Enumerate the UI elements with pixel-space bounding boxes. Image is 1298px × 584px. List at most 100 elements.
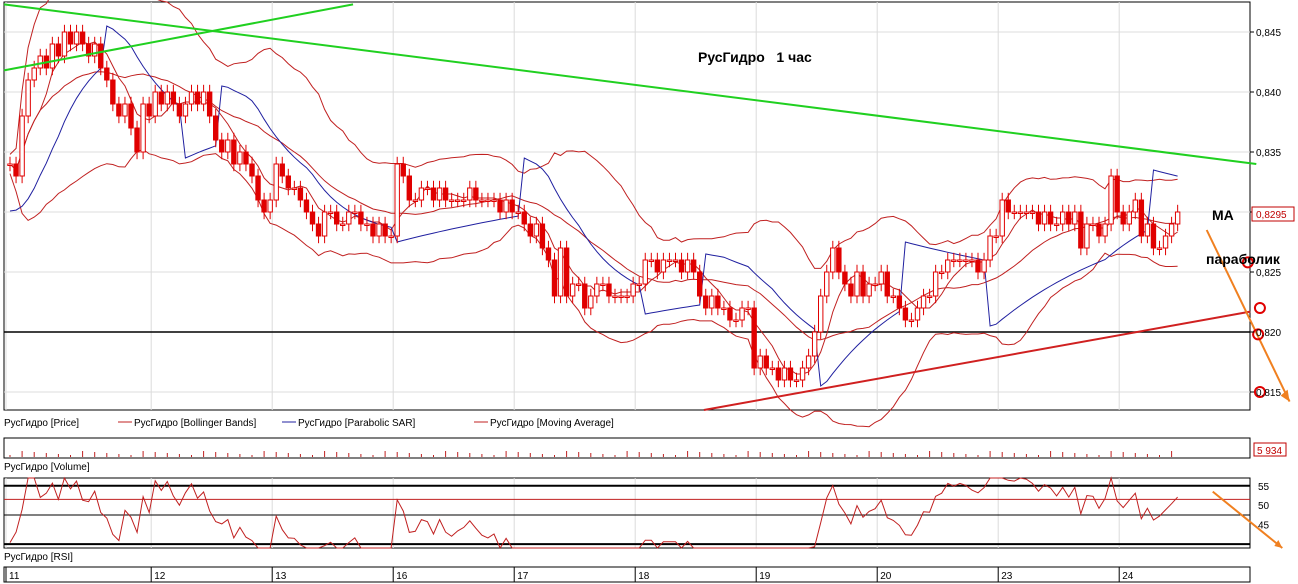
- forecast-circle: [1253, 302, 1266, 314]
- candle-up: [182, 103, 189, 117]
- candle-up: [61, 31, 68, 57]
- candle-up: [1144, 223, 1151, 237]
- candle-down: [727, 307, 733, 321]
- candle-up: [1126, 211, 1132, 225]
- candle-down: [551, 259, 558, 297]
- candle-down: [1096, 223, 1102, 237]
- candle-up: [757, 355, 763, 369]
- candle-up: [122, 103, 128, 117]
- price-tick-label: 0,835: [1256, 148, 1281, 159]
- candle-down: [206, 91, 213, 117]
- candle-up: [321, 211, 328, 237]
- candle-up: [793, 379, 800, 382]
- candle-down: [884, 271, 890, 297]
- candle-up: [346, 211, 352, 225]
- candle-down: [751, 307, 757, 369]
- legend-psar: РусГидро [Parabolic SAR]: [298, 418, 416, 429]
- candle-up: [557, 247, 564, 297]
- candle-up: [721, 307, 727, 310]
- candle-down: [860, 271, 866, 297]
- candle-up: [200, 91, 207, 105]
- volume-panel-label: РусГидро [Volume]: [4, 462, 90, 473]
- candle-up: [630, 283, 636, 297]
- candle-down: [309, 211, 316, 225]
- candle-down: [1005, 199, 1011, 213]
- candle-up: [1090, 223, 1096, 226]
- candle-up: [164, 91, 171, 105]
- price-tick-label: 0,820: [1256, 328, 1281, 339]
- date-label: 18: [638, 571, 650, 582]
- candle-up: [1072, 211, 1078, 225]
- candle-down: [400, 163, 406, 177]
- candle-down: [243, 151, 249, 165]
- candle-down: [582, 283, 588, 309]
- candle-down: [539, 223, 546, 249]
- candle-down: [194, 91, 201, 105]
- candle-up: [951, 259, 957, 262]
- candle-up: [672, 259, 679, 262]
- candle-up: [1102, 223, 1108, 237]
- candle-up: [412, 199, 419, 202]
- candle-up: [418, 187, 425, 201]
- candle-up: [878, 271, 884, 285]
- candle-down: [170, 91, 177, 105]
- candle-up: [467, 187, 473, 201]
- candle-down: [545, 247, 552, 261]
- candle-down: [79, 31, 86, 45]
- candle-up: [618, 295, 624, 298]
- candle-down: [213, 115, 219, 141]
- rsi-panel-label: РусГидро [RSI]: [4, 552, 73, 563]
- candle-down: [606, 283, 612, 297]
- candle-up: [1108, 175, 1114, 225]
- candle-down: [697, 271, 703, 297]
- candle-down: [430, 187, 437, 201]
- candle-down: [128, 103, 134, 129]
- candle-down: [678, 259, 685, 273]
- chart-title: РусГидро 1 час: [698, 49, 812, 65]
- price-tick-label: 0,815: [1256, 388, 1281, 399]
- candle-up: [993, 235, 999, 238]
- legend-price: РусГидро [Price]: [4, 418, 79, 429]
- candle-up: [340, 223, 346, 226]
- candle-up: [999, 199, 1005, 237]
- candle-down: [176, 103, 183, 117]
- date-label: 19: [759, 571, 771, 582]
- candle-down: [110, 79, 116, 105]
- candle-down: [848, 283, 854, 297]
- candle-down: [975, 259, 981, 273]
- candle-up: [140, 103, 146, 153]
- rsi-tick-label: 55: [1258, 482, 1270, 493]
- candle-down: [67, 31, 74, 45]
- candle-up: [273, 163, 279, 201]
- legend-ma: РусГидро [Moving Average]: [490, 418, 614, 429]
- candle-up: [225, 139, 231, 153]
- candle-up: [709, 295, 715, 309]
- candle-up: [455, 199, 461, 202]
- candle-up: [533, 223, 540, 237]
- date-label: 24: [1122, 571, 1134, 582]
- candle-up: [636, 283, 642, 286]
- candle-down: [563, 247, 570, 297]
- candle-up: [969, 259, 975, 262]
- date-label: 11: [9, 571, 20, 582]
- candle-up: [37, 55, 43, 69]
- candle-up: [267, 199, 273, 213]
- price-tick-label: 0,840: [1256, 88, 1281, 99]
- candle-up: [769, 367, 775, 370]
- candle-down: [787, 367, 794, 381]
- candle-down: [521, 211, 527, 225]
- candle-down: [1120, 211, 1126, 225]
- candle-up: [49, 43, 56, 69]
- candle-up: [188, 91, 195, 105]
- candle-up: [1168, 223, 1175, 237]
- candle-up: [854, 271, 860, 297]
- candle-up: [569, 283, 576, 297]
- date-label: 13: [275, 571, 287, 582]
- candle-up: [624, 295, 630, 298]
- candle-up: [291, 187, 298, 190]
- candle-up: [866, 283, 872, 297]
- candle-down: [509, 199, 515, 213]
- candle-up: [461, 199, 467, 202]
- price-tick-label: 0,845: [1256, 28, 1281, 39]
- candle-down: [715, 295, 721, 309]
